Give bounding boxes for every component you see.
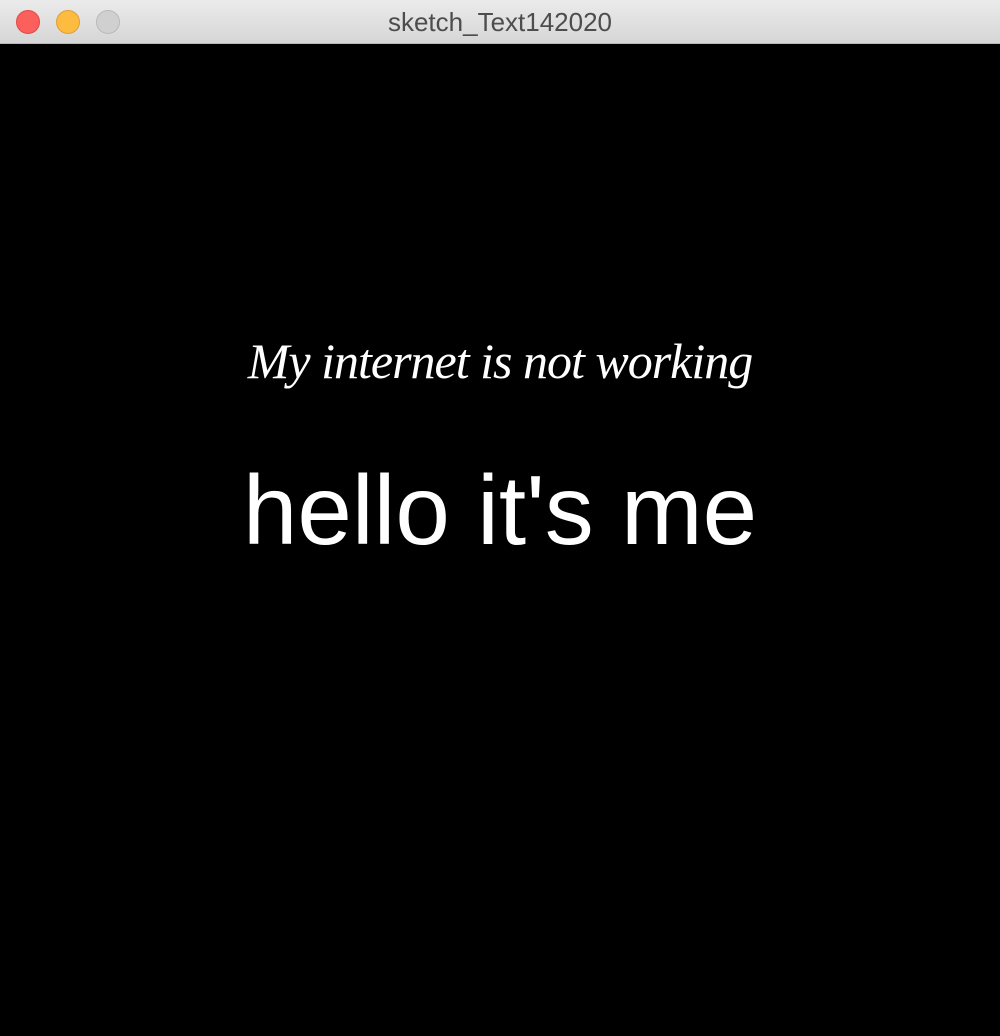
serif-italic-text: My internet is not working (247, 333, 754, 389)
title-bar[interactable]: sketch_Text142020 (0, 0, 1000, 44)
app-window: sketch_Text142020 My internet is not wor… (0, 0, 1000, 1036)
sketch-canvas: My internet is not working hello it's me (0, 44, 1000, 1036)
sans-text: hello it's me (242, 455, 758, 565)
window-title: sketch_Text142020 (387, 7, 613, 37)
